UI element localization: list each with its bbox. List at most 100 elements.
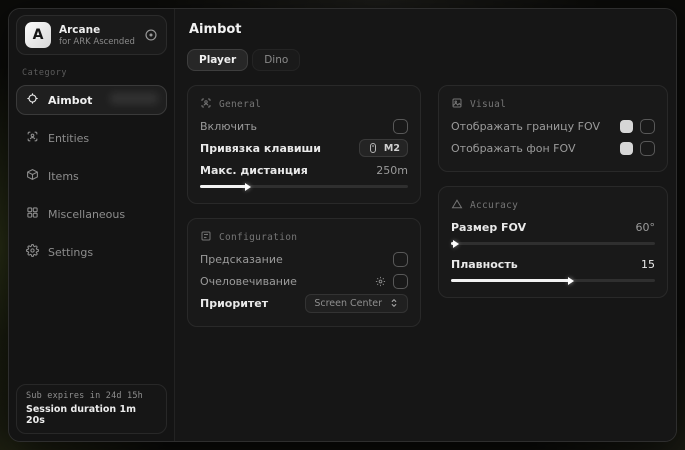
gear-icon[interactable] xyxy=(375,276,386,287)
right-column: Visual Отображать границу FOV Отображать… xyxy=(438,85,668,298)
sidebar-item-miscellaneous[interactable]: Miscellaneous xyxy=(16,199,167,229)
session-info-card: Sub expires in 24d 15h Session duration … xyxy=(16,384,167,434)
main-content: Aimbot Player Dino General Включить xyxy=(175,9,677,441)
card-accuracy: Accuracy Размер FOV 60° Плавность xyxy=(438,186,668,298)
fov-border-row: Отображать границу FOV xyxy=(451,115,655,137)
sliders-box-icon xyxy=(200,230,212,245)
card-title: Configuration xyxy=(219,232,297,243)
sidebar-item-label: Settings xyxy=(48,246,93,259)
card-visual-header: Visual xyxy=(451,97,655,112)
box-icon xyxy=(26,168,39,184)
prediction-checkbox[interactable] xyxy=(393,252,408,267)
mouse-icon xyxy=(367,142,379,154)
category-label: Category xyxy=(22,68,161,78)
keybind-row: Привязка клавиши M2 xyxy=(200,137,408,159)
smooth-slider-fill xyxy=(451,279,569,282)
smooth-label: Плавность xyxy=(451,258,518,271)
fov-border-checkbox[interactable] xyxy=(640,119,655,134)
card-visual: Visual Отображать границу FOV Отображать… xyxy=(438,85,668,172)
distance-slider[interactable] xyxy=(200,185,408,188)
fov-bg-row: Отображать фон FOV xyxy=(451,137,655,159)
grid-icon xyxy=(26,206,39,222)
enable-checkbox[interactable] xyxy=(393,119,408,134)
fov-size-slider[interactable] xyxy=(451,242,655,245)
tab-player[interactable]: Player xyxy=(187,49,248,71)
brand-card: A Arcane for ARK Ascended xyxy=(16,15,167,55)
fov-size-label: Размер FOV xyxy=(451,221,526,234)
sidebar-item-settings[interactable]: Settings xyxy=(16,237,167,267)
distance-row: Макс. дистанция 250m xyxy=(200,159,408,181)
card-accuracy-header: Accuracy xyxy=(451,198,655,213)
distance-slider-thumb[interactable] xyxy=(245,183,251,191)
gear-icon xyxy=(26,244,39,260)
card-title: Visual xyxy=(470,99,506,110)
smooth-slider-thumb[interactable] xyxy=(568,277,574,285)
page-title: Aimbot xyxy=(189,22,668,37)
fov-size-slider-fill xyxy=(451,242,454,245)
fov-size-value: 60° xyxy=(636,221,656,234)
sidebar: A Arcane for ARK Ascended Category Aimbo… xyxy=(9,9,175,441)
sidebar-item-items[interactable]: Items xyxy=(16,161,167,191)
smooth-row: Плавность 15 xyxy=(451,253,655,275)
humanization-checkbox[interactable] xyxy=(393,274,408,289)
card-columns: General Включить Привязка клавиши M2 xyxy=(187,85,668,327)
brand-title: Arcane xyxy=(59,24,135,36)
sidebar-item-label: Aimbot xyxy=(48,94,92,107)
blurred-badge xyxy=(110,93,158,104)
card-title: General xyxy=(219,99,261,110)
prediction-row: Предсказание xyxy=(200,248,408,270)
triangle-icon xyxy=(451,198,463,213)
fov-bg-label: Отображать фон FOV xyxy=(451,142,575,155)
humanization-label: Очеловечивание xyxy=(200,275,297,288)
card-title: Accuracy xyxy=(470,200,518,211)
brand-text: Arcane for ARK Ascended xyxy=(59,24,135,47)
sidebar-item-aimbot[interactable]: Aimbot xyxy=(16,85,167,115)
sidebar-item-label: Entities xyxy=(48,132,89,145)
priority-label: Приоритет xyxy=(200,297,268,310)
enable-label: Включить xyxy=(200,120,257,133)
tab-dino[interactable]: Dino xyxy=(252,49,300,71)
priority-dropdown[interactable]: Screen Center xyxy=(305,294,408,313)
distance-value: 250m xyxy=(376,164,408,177)
tab-bar: Player Dino xyxy=(187,49,668,71)
enable-row: Включить xyxy=(200,115,408,137)
smooth-slider[interactable] xyxy=(451,279,655,282)
sub-expiry-text: Sub expires in 24d 15h xyxy=(26,391,157,401)
sidebar-nav: Aimbot Entities Items Miscellaneous xyxy=(16,85,167,267)
humanization-controls xyxy=(375,274,408,289)
smooth-value: 15 xyxy=(641,258,655,271)
fov-border-color-swatch[interactable] xyxy=(620,120,633,133)
image-icon xyxy=(451,97,463,112)
humanization-row: Очеловечивание xyxy=(200,270,408,292)
keybind-value: M2 xyxy=(384,143,400,154)
brand-logo: A xyxy=(25,22,51,48)
fov-bg-controls xyxy=(620,141,655,156)
keybind-button[interactable]: M2 xyxy=(359,139,408,157)
prediction-label: Предсказание xyxy=(200,253,283,266)
card-configuration-header: Configuration xyxy=(200,230,408,245)
left-column: General Включить Привязка клавиши M2 xyxy=(187,85,421,327)
brand-subtitle: for ARK Ascended xyxy=(59,37,135,47)
session-duration-text: Session duration 1m 20s xyxy=(26,404,157,426)
target-icon[interactable] xyxy=(144,28,158,42)
distance-label: Макс. дистанция xyxy=(200,164,308,177)
fov-size-slider-thumb[interactable] xyxy=(453,240,459,248)
priority-value: Screen Center xyxy=(314,298,382,309)
card-general-header: General xyxy=(200,97,408,112)
card-configuration: Configuration Предсказание Очеловечивани… xyxy=(187,218,421,327)
priority-row: Приоритет Screen Center xyxy=(200,292,408,314)
distance-slider-fill xyxy=(200,185,246,188)
card-general: General Включить Привязка клавиши M2 xyxy=(187,85,421,204)
person-scan-icon xyxy=(200,97,212,112)
fov-bg-color-swatch[interactable] xyxy=(620,142,633,155)
sidebar-item-label: Miscellaneous xyxy=(48,208,125,221)
app-window: A Arcane for ARK Ascended Category Aimbo… xyxy=(8,8,677,442)
entity-scan-icon xyxy=(26,130,39,146)
fov-border-controls xyxy=(620,119,655,134)
chevrons-up-down-icon xyxy=(389,298,399,308)
sidebar-item-entities[interactable]: Entities xyxy=(16,123,167,153)
fov-size-row: Размер FOV 60° xyxy=(451,216,655,238)
fov-border-label: Отображать границу FOV xyxy=(451,120,600,133)
sidebar-item-label: Items xyxy=(48,170,79,183)
fov-bg-checkbox[interactable] xyxy=(640,141,655,156)
